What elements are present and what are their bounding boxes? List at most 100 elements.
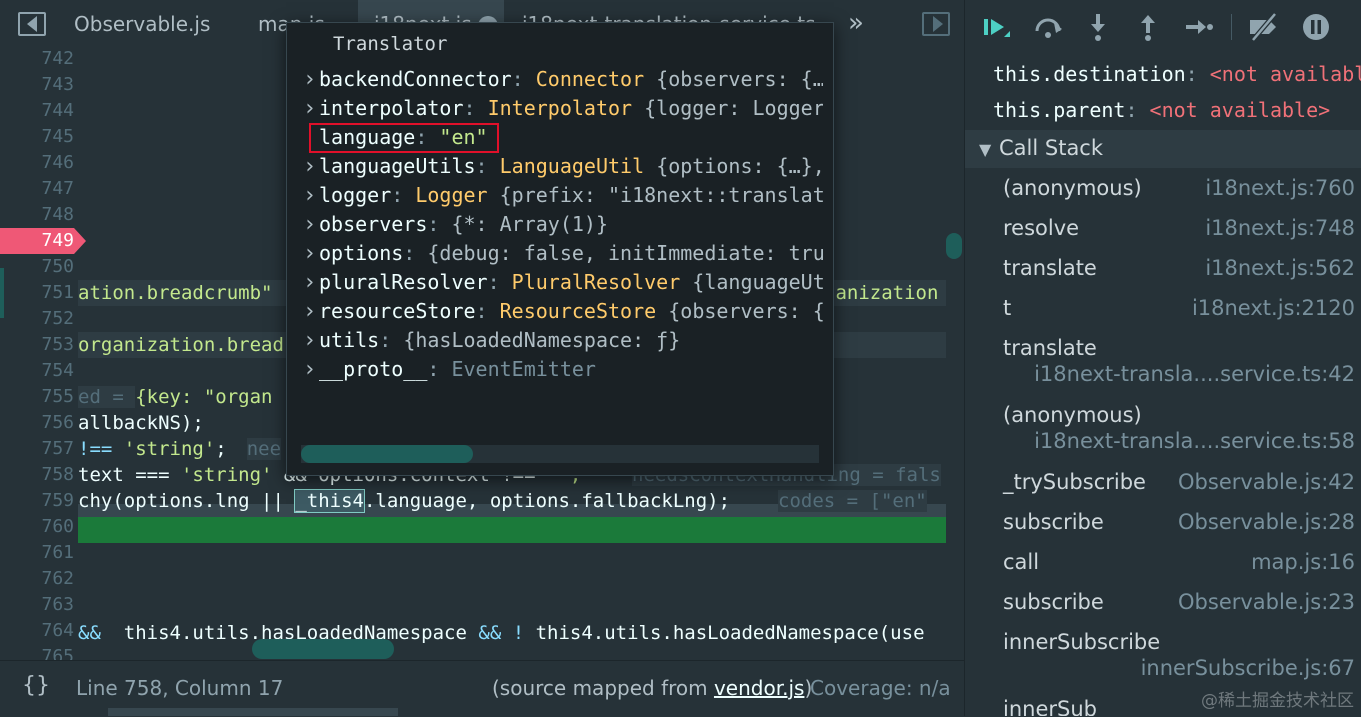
source-map-link[interactable]: vendor.js [714, 676, 804, 700]
variable-preview-popover[interactable]: Translator › backendConnector: Connector … [286, 22, 834, 476]
step-out-button[interactable] [1131, 10, 1165, 44]
popover-property-row[interactable]: › pluralResolver: PluralResolver {languag… [303, 268, 823, 297]
chevron-right-icon[interactable]: › [303, 326, 319, 355]
popover-property-row[interactable]: › interpolator: Interpolator {logger: Log… [303, 94, 823, 123]
chevron-right-icon[interactable]: › [303, 268, 319, 297]
source-map-prefix: (source mapped from [492, 676, 714, 700]
popover-property-row[interactable]: › observers: {*: Array(1)} [303, 210, 823, 239]
breakpoint-line-number[interactable]: 749 [0, 228, 74, 254]
code-line-759: chy(options.lng || _this4.language, opti… [78, 488, 730, 514]
call-stack-frame[interactable]: innerSubscribe [1003, 630, 1160, 654]
code-line-755: ed = {key: "organ [78, 384, 272, 410]
popover-property-row[interactable]: › resourceStore: ResourceStore {observers… [303, 297, 823, 326]
call-stack-header[interactable]: ▼ Call Stack [965, 130, 1361, 168]
call-stack-frame[interactable]: (anonymous) [1003, 176, 1142, 200]
more-tabs-button[interactable]: » [848, 8, 864, 38]
line-number[interactable]: 746 [0, 150, 74, 176]
chevron-right-icon[interactable]: › [303, 239, 319, 268]
tab-observable-js[interactable]: Observable.js [58, 0, 226, 48]
line-number[interactable]: 748 [0, 202, 74, 228]
line-number[interactable]: 752 [0, 306, 74, 332]
chevron-right-icon[interactable]: › [303, 65, 319, 94]
property-name: utils [319, 328, 380, 352]
chevron-right-icon[interactable]: › [303, 181, 319, 210]
popover-scrollbar[interactable] [301, 445, 819, 463]
line-number[interactable]: 743 [0, 72, 74, 98]
call-stack-frame-location: Observable.js:23 [1178, 590, 1355, 614]
popover-scrollbar-thumb[interactable] [301, 445, 473, 463]
popover-property-row[interactable]: › backendConnector: Connector {observers:… [303, 65, 823, 94]
call-stack-frame[interactable]: translate [1003, 336, 1097, 360]
popover-property-row[interactable]: › languageUtils: LanguageUtil {options: {… [303, 152, 823, 181]
line-number[interactable]: 745 [0, 124, 74, 150]
colon: : [403, 241, 428, 265]
line-number[interactable]: 760 [0, 514, 74, 540]
inline-value-hint: codes = ["en" [778, 490, 927, 512]
property-class: Connector [535, 67, 645, 91]
code-line-764: && this4.utils.hasLoadedNamespace && ! t… [78, 620, 925, 646]
property-prototype: EventEmitter [451, 357, 596, 381]
colon: : [475, 299, 500, 323]
popover-title: Translator [333, 33, 448, 55]
step-in-button[interactable] [1081, 10, 1115, 44]
call-stack-frame[interactable]: translate [1003, 256, 1097, 280]
line-number[interactable]: 761 [0, 540, 74, 566]
hovered-token[interactable]: _this4 [294, 489, 365, 513]
line-number[interactable]: 747 [0, 176, 74, 202]
call-stack-frame[interactable]: t [1003, 296, 1011, 320]
deactivate-breakpoints-button[interactable] [1247, 10, 1281, 44]
toggle-navigator-button[interactable] [18, 12, 46, 36]
property-name: backendConnector [319, 67, 512, 91]
line-number[interactable]: 744 [0, 98, 74, 124]
call-stack-frame[interactable]: _trySubscribe [1003, 470, 1146, 494]
resume-button[interactable] [979, 10, 1013, 44]
line-number[interactable]: 764 [0, 618, 74, 644]
line-number[interactable]: 765 [0, 644, 74, 660]
line-number[interactable]: 762 [0, 566, 74, 592]
chevron-right-icon[interactable]: › [303, 297, 319, 326]
property-preview: {observers: { [668, 299, 823, 323]
horizontal-scrollbar-thumb[interactable] [252, 639, 394, 659]
popover-property-row[interactable]: › logger: Logger {prefix: "i18next::trans… [303, 181, 823, 210]
popover-property-row[interactable]: › utils: {hasLoadedNamespace: ƒ} [303, 326, 823, 355]
chevron-right-icon[interactable]: › [303, 94, 319, 123]
editor-bottom-scrollbar[interactable] [108, 708, 398, 716]
pretty-print-button[interactable]: {} [22, 673, 50, 698]
call-stack-frame[interactable]: subscribe [1003, 510, 1104, 534]
line-number[interactable]: 751 [0, 280, 74, 306]
pause-on-exceptions-button[interactable] [1299, 10, 1333, 44]
call-stack-frame[interactable]: innerSub [1003, 697, 1097, 716]
call-stack-frame[interactable]: subscribe [1003, 590, 1104, 614]
chevron-right-icon[interactable]: › [303, 152, 319, 181]
popover-property-row[interactable]: › __proto__: EventEmitter [303, 355, 823, 384]
line-number[interactable]: 753 [0, 332, 74, 358]
scope-variable-row[interactable]: this.parent: <not available> [993, 98, 1330, 122]
line-number-gutter[interactable]: 742 743 744 745 746 747 748 749 750 751 752 753 754 7… [0, 48, 88, 660]
scope-variable-name: this.parent [993, 98, 1126, 122]
line-number[interactable]: 759 [0, 488, 74, 514]
step-over-button[interactable] [1031, 10, 1065, 44]
popover-property-row[interactable]: › options: {debug: false, initImmediate: … [303, 239, 823, 268]
call-stack-frame[interactable]: (anonymous) [1003, 403, 1142, 427]
line-number[interactable]: 763 [0, 592, 74, 618]
toggle-debugger-button[interactable] [922, 12, 950, 36]
colon: : [1125, 98, 1150, 122]
chevron-right-icon[interactable]: › [303, 355, 319, 384]
line-number[interactable]: 754 [0, 358, 74, 384]
line-number[interactable]: 757 [0, 436, 74, 462]
step-button[interactable] [1181, 10, 1215, 44]
toolbar-divider [1231, 14, 1232, 40]
vertical-scrollbar-thumb[interactable] [946, 233, 962, 259]
line-number[interactable]: 755 [0, 384, 74, 410]
call-stack-frame[interactable]: resolve [1003, 216, 1079, 240]
colon: : [1185, 62, 1210, 86]
line-number[interactable]: 758 [0, 462, 74, 488]
line-number[interactable]: 756 [0, 410, 74, 436]
code-token: this4.utils.hasLoadedNamespace(use [535, 622, 925, 644]
call-stack-frame-location: Observable.js:42 [1178, 470, 1355, 494]
chevron-right-icon[interactable]: › [303, 210, 319, 239]
scope-variable-row[interactable]: this.destination: <not available> [993, 62, 1361, 86]
call-stack-frame[interactable]: call [1003, 550, 1039, 574]
line-number[interactable]: 750 [0, 254, 74, 280]
line-number[interactable]: 742 [0, 48, 74, 72]
